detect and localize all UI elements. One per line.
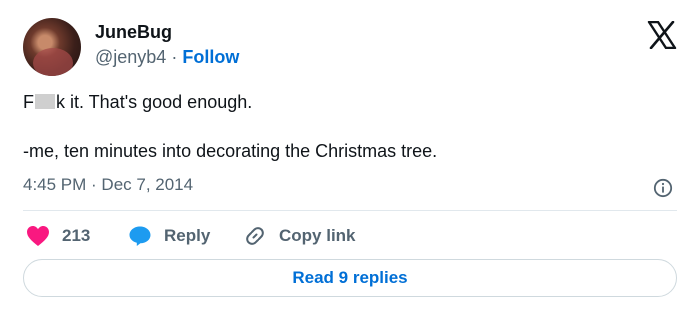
tweet-card: JuneBug @jenyb4 · Follow Fk it. That's g… — [0, 0, 700, 319]
avatar[interactable] — [23, 18, 81, 76]
follow-button[interactable]: Follow — [182, 47, 239, 67]
tweet-text-line-1: Fk it. That's good enough. — [23, 92, 252, 113]
timestamp[interactable]: 4:45 PM · Dec 7, 2014 — [23, 175, 193, 195]
handle[interactable]: @jenyb4 — [95, 47, 166, 67]
copy-link-button[interactable]: Copy link — [243, 224, 356, 248]
link-icon — [246, 227, 264, 245]
tweet-text-line-2: -me, ten minutes into decorating the Chr… — [23, 141, 438, 161]
reply-bubble-icon — [129, 226, 151, 246]
like-count: 213 — [62, 226, 91, 245]
info-icon[interactable] — [653, 178, 673, 198]
copy-link-label: Copy link — [279, 226, 356, 245]
heart-icon — [27, 226, 49, 246]
x-logo-icon[interactable] — [647, 21, 677, 49]
divider — [23, 210, 677, 211]
handle-separator: · — [166, 47, 183, 67]
reply-button[interactable]: Reply — [128, 224, 210, 248]
tweet-text-rest: k it. That's good enough. — [56, 92, 253, 112]
reply-label: Reply — [164, 226, 211, 245]
censor-block — [35, 94, 55, 109]
read-replies-button[interactable]: Read 9 replies — [23, 259, 677, 297]
handle-row: @jenyb4 · Follow — [95, 47, 239, 68]
tweet-text-start: F — [23, 92, 34, 112]
like-button[interactable]: 213 — [26, 224, 90, 248]
display-name[interactable]: JuneBug — [95, 22, 172, 43]
